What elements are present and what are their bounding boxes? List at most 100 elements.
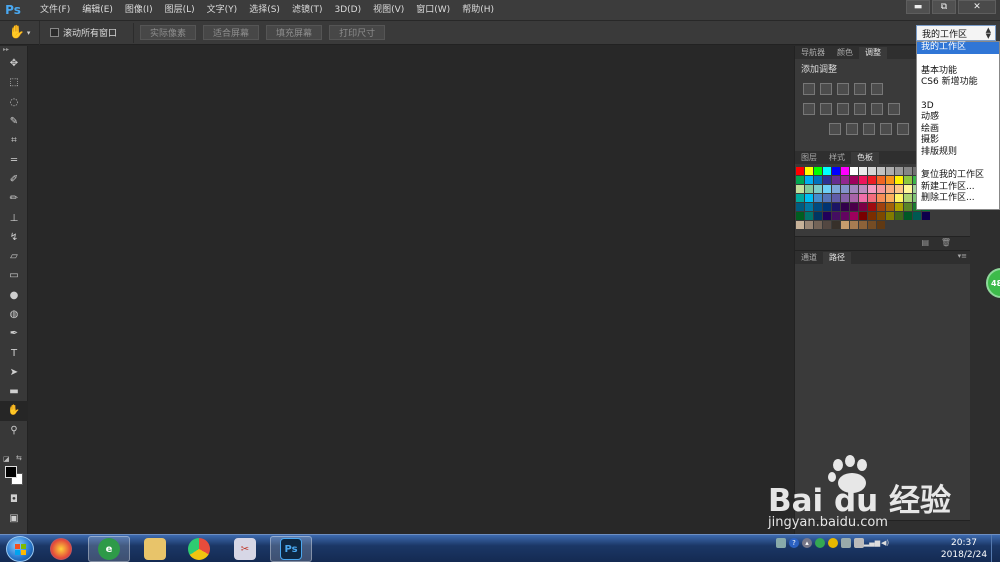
color-swatch[interactable]	[823, 167, 831, 175]
scroll-all-windows-option[interactable]: 滚动所有窗口	[50, 26, 117, 39]
color-swatch[interactable]	[868, 203, 876, 211]
panel-menu-icon[interactable]: ▾≡	[958, 252, 967, 260]
color-swatch[interactable]	[868, 185, 876, 193]
menu-3d[interactable]: 3D(D)	[328, 0, 367, 20]
ws-option-painting[interactable]: 绘画	[917, 124, 999, 136]
color-swatch[interactable]	[841, 167, 849, 175]
taskbar-chrome[interactable]	[178, 536, 220, 562]
color-swatch[interactable]	[805, 203, 813, 211]
color-swatch[interactable]	[904, 194, 912, 202]
show-desktop-button[interactable]	[991, 535, 1000, 562]
color-swatch[interactable]	[814, 176, 822, 184]
color-swatch[interactable]	[850, 221, 858, 229]
tab-navigator[interactable]: 导航器	[795, 47, 831, 59]
document-canvas-area[interactable]	[29, 46, 794, 534]
color-swatch[interactable]	[886, 212, 894, 220]
blur-icon[interactable]: ●	[0, 286, 28, 305]
color-swatch[interactable]	[886, 176, 894, 184]
color-swatch[interactable]	[859, 221, 867, 229]
color-swatch[interactable]	[886, 185, 894, 193]
taskbar-colorful-app[interactable]	[40, 536, 82, 562]
taskbar-photoshop[interactable]: Ps	[270, 536, 312, 562]
ws-option-motion[interactable]: 动感	[917, 112, 999, 124]
color-swatch[interactable]	[796, 167, 804, 175]
menu-help[interactable]: 帮助(H)	[456, 0, 500, 20]
gradient-map-icon[interactable]	[880, 123, 892, 135]
system-clock[interactable]: 20:37 2018/2/24	[939, 537, 989, 561]
ws-option-my-workspace[interactable]: 我的工作区	[917, 42, 999, 54]
color-swatch[interactable]	[895, 176, 903, 184]
color-swatch[interactable]	[868, 194, 876, 202]
color-swatch[interactable]	[895, 194, 903, 202]
tab-color[interactable]: 颜色	[831, 47, 859, 59]
color-swatch[interactable]	[922, 212, 930, 220]
color-swatch[interactable]	[832, 167, 840, 175]
color-swatch[interactable]	[877, 176, 885, 184]
tab-paths[interactable]: 路径	[823, 252, 851, 264]
selective-color-icon[interactable]	[897, 123, 909, 135]
color-swatch[interactable]	[814, 203, 822, 211]
vibrance-icon[interactable]	[871, 83, 883, 95]
ws-option-reset[interactable]: 复位我的工作区	[917, 170, 999, 182]
ws-option-3d[interactable]: 3D	[917, 101, 999, 113]
color-swatch[interactable]	[805, 212, 813, 220]
color-swatch[interactable]	[850, 167, 858, 175]
trash-icon[interactable]: 🗑	[941, 238, 951, 247]
color-swatch[interactable]	[823, 221, 831, 229]
color-swatch[interactable]	[832, 194, 840, 202]
start-button[interactable]	[6, 536, 34, 562]
color-swatch[interactable]	[814, 194, 822, 202]
color-swatch[interactable]	[850, 176, 858, 184]
color-swatch[interactable]	[886, 194, 894, 202]
color-swatch[interactable]	[877, 167, 885, 175]
swap-colors-icon[interactable]: ⇆	[16, 454, 22, 462]
color-swatch[interactable]	[841, 203, 849, 211]
arrow-icon[interactable]: ▴	[802, 538, 812, 548]
marquee-icon[interactable]: ⬚	[0, 73, 28, 92]
curves-icon[interactable]	[837, 83, 849, 95]
color-swatch[interactable]	[877, 221, 885, 229]
ws-option-essentials[interactable]: 基本功能	[917, 66, 999, 78]
color-swatch[interactable]	[895, 185, 903, 193]
color-swatch[interactable]	[805, 176, 813, 184]
ws-option-photography[interactable]: 摄影	[917, 135, 999, 147]
color-swatch[interactable]	[841, 185, 849, 193]
volume-icon[interactable]: ◀)	[880, 538, 890, 548]
tab-styles[interactable]: 样式	[823, 152, 851, 164]
color-swatch[interactable]	[877, 194, 885, 202]
exposure-icon[interactable]	[854, 83, 866, 95]
color-swatch[interactable]	[841, 212, 849, 220]
move-icon[interactable]: ✥	[0, 54, 28, 73]
taskbar-ie[interactable]: e	[88, 536, 130, 562]
color-swatch[interactable]	[913, 212, 921, 220]
tab-swatches[interactable]: 色板	[851, 152, 879, 164]
menu-select[interactable]: 选择(S)	[243, 0, 286, 20]
network-icon[interactable]: ▂▄▆	[864, 538, 880, 548]
color-swatch[interactable]	[904, 185, 912, 193]
menu-file[interactable]: 文件(F)	[34, 0, 76, 20]
color-swatch[interactable]	[796, 221, 804, 229]
menu-layer[interactable]: 图层(L)	[159, 0, 201, 20]
display-icon[interactable]	[841, 538, 851, 548]
color-swatch[interactable]	[868, 167, 876, 175]
fit-screen-button[interactable]: 适合屏幕	[203, 25, 260, 40]
color-swatch[interactable]	[850, 194, 858, 202]
taskbar-paint-tool[interactable]: ✂	[224, 536, 266, 562]
color-swatch[interactable]	[859, 203, 867, 211]
color-swatch[interactable]	[859, 194, 867, 202]
levels-icon[interactable]	[820, 83, 832, 95]
color-swatch[interactable]	[895, 212, 903, 220]
color-swatch[interactable]	[841, 221, 849, 229]
color-swatch[interactable]	[823, 203, 831, 211]
print-size-button[interactable]: 打印尺寸	[329, 25, 386, 40]
stamp-icon[interactable]: ⊥	[0, 208, 28, 227]
color-swatch[interactable]	[814, 221, 822, 229]
workspace-select[interactable]: 我的工作区 ▲ ▼	[916, 25, 996, 41]
color-swatch[interactable]	[832, 212, 840, 220]
menu-image[interactable]: 图像(I)	[119, 0, 159, 20]
lasso-icon[interactable]: ◌	[0, 93, 28, 112]
keyboard-icon[interactable]	[776, 538, 786, 548]
color-swatch[interactable]	[841, 176, 849, 184]
quick-select-icon[interactable]: ✎	[0, 112, 28, 131]
color-swatch[interactable]	[805, 221, 813, 229]
